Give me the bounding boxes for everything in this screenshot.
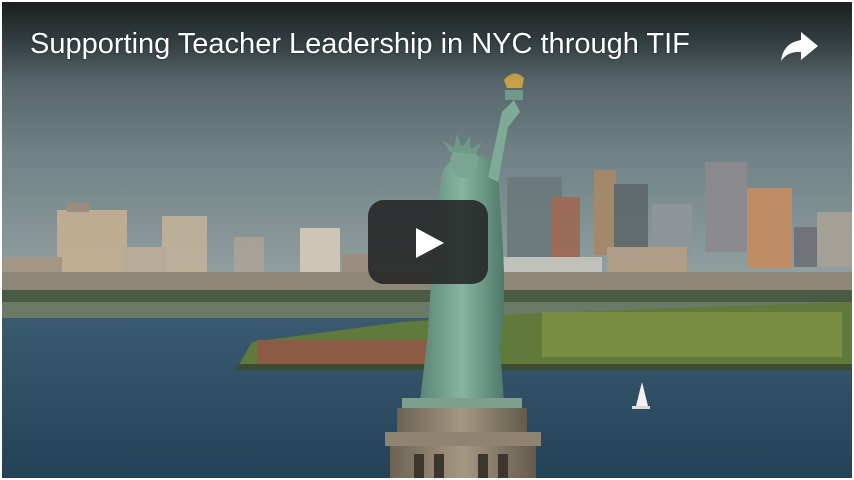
play-button[interactable] — [368, 200, 488, 284]
title-bar: Supporting Teacher Leadership in NYC thr… — [2, 2, 852, 82]
play-icon — [368, 200, 488, 284]
video-title[interactable]: Supporting Teacher Leadership in NYC thr… — [30, 24, 690, 64]
video-player[interactable]: Supporting Teacher Leadership in NYC thr… — [2, 2, 852, 478]
share-button[interactable] — [772, 22, 822, 70]
share-arrow-icon — [781, 32, 818, 61]
